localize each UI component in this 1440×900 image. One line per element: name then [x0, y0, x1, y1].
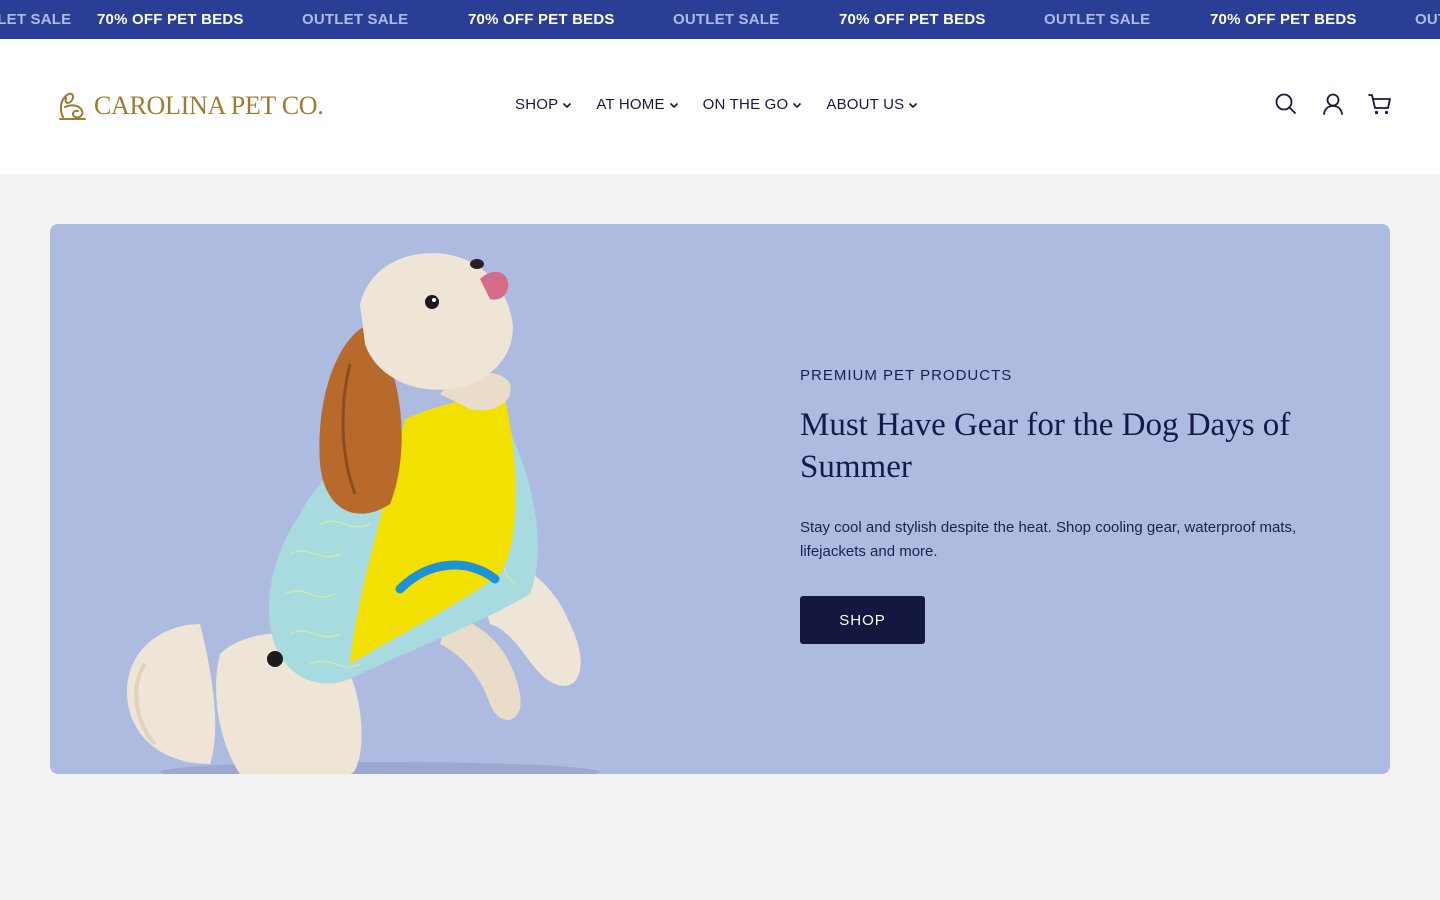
hero-banner: PREMIUM PET PRODUCTS Must Have Gear for …	[50, 224, 1390, 774]
hero-description: Stay cool and stylish despite the heat. …	[800, 519, 1297, 560]
hero-title: Must Have Gear for the Dog Days of Summe…	[800, 407, 1291, 485]
hero-eyebrow: PREMIUM PET PRODUCTS	[800, 367, 1013, 384]
nav-item-on-the-go[interactable]: ON THE GO	[703, 96, 803, 114]
account-icon[interactable]	[1320, 91, 1346, 117]
chevron-down-icon	[563, 102, 572, 109]
chevron-down-icon	[669, 102, 678, 109]
announcement-item[interactable]: OUTLET SALE	[302, 11, 408, 28]
announcement-item[interactable]: OUTLET SALE	[1415, 11, 1440, 28]
main-nav: SHOP AT HOME ON THE GO ABOUT US	[515, 96, 942, 114]
announcement-item[interactable]: OUTLET SALE	[673, 11, 779, 28]
chevron-down-icon	[909, 102, 918, 109]
cart-icon[interactable]	[1367, 91, 1393, 117]
announcement-item[interactable]: 70% OFF PET BEDS	[1210, 11, 1357, 28]
site-header: CAROLINA PET CO. SHOP AT HOME ON THE GO …	[0, 39, 1440, 174]
shop-button[interactable]: SHOP	[800, 596, 925, 644]
announcement-item[interactable]: 70% OFF PET BEDS	[468, 11, 615, 28]
logo[interactable]: CAROLINA PET CO.	[55, 89, 324, 123]
nav-item-at-home[interactable]: AT HOME	[596, 96, 678, 114]
announcement-item[interactable]: 70% OFF PET BEDS	[97, 11, 244, 28]
logo-text: CAROLINA PET CO.	[94, 91, 324, 120]
announcement-item[interactable]: OUTLET SALE	[1044, 11, 1150, 28]
chevron-down-icon	[793, 102, 802, 109]
nav-item-label: AT HOME	[596, 96, 665, 113]
logo-mark-icon	[59, 92, 86, 120]
header-actions	[1273, 91, 1393, 117]
nav-item-about-us[interactable]: ABOUT US	[826, 96, 918, 114]
nav-item-label: ABOUT US	[826, 96, 905, 113]
nav-item-shop[interactable]: SHOP	[515, 96, 572, 114]
announcement-item[interactable]: OUTLET SALE	[0, 11, 71, 28]
search-icon[interactable]	[1273, 91, 1299, 117]
announcement-bar: OUTLET SALE 70% OFF PET BEDS OUTLET SALE…	[0, 0, 1440, 39]
nav-item-label: SHOP	[515, 96, 559, 113]
nav-item-label: ON THE GO	[702, 96, 789, 113]
announcement-track: OUTLET SALE 70% OFF PET BEDS OUTLET SALE…	[0, 0, 1440, 39]
hero-image-dog-in-cooling-vest	[126, 253, 600, 774]
announcement-item[interactable]: 70% OFF PET BEDS	[839, 11, 986, 28]
